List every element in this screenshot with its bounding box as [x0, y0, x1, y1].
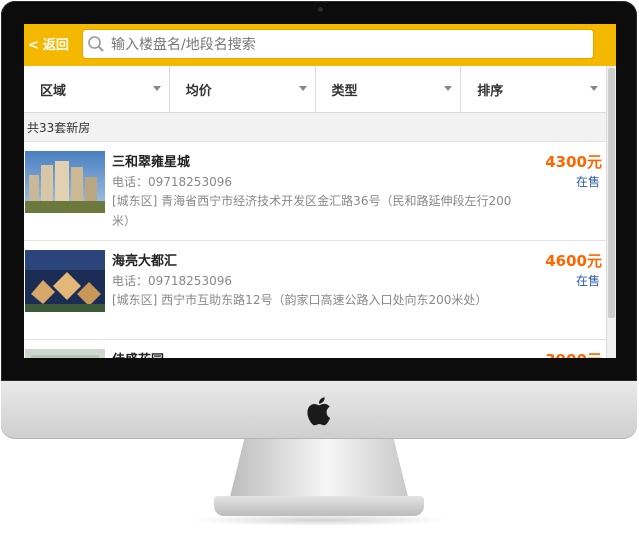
result-count-bar: 共33套新房: [24, 113, 606, 142]
listing-status: 在售: [575, 274, 600, 288]
listing-address: [城东区] 西宁市互助东路12号（韵家口高速公路入口处向东200米处）: [112, 293, 488, 307]
camera-dot: [318, 7, 323, 12]
listing-phone: 电话：09718253096: [112, 175, 232, 189]
monitor-stand-foot: [214, 496, 424, 516]
filter-label: 区域: [40, 84, 67, 99]
listing-price: 4600元: [545, 252, 602, 270]
result-count: 共33套新房: [27, 121, 91, 135]
filter-region[interactable]: 区域: [24, 66, 170, 112]
listing-phone: 电话：09718253096: [112, 274, 232, 288]
list-item[interactable]: 海亮大都汇 电话：09718253096 [城东区] 西宁市互助东路12号（韵家…: [24, 241, 606, 340]
building-photo-thumbnail: [25, 250, 105, 312]
monitor-stand-neck: [230, 439, 408, 497]
caret-down-icon: [444, 86, 453, 91]
listing-price: 3900元: [545, 349, 602, 358]
building-photo-thumbnail: [25, 349, 105, 358]
filter-type[interactable]: 类型: [316, 66, 462, 112]
search-input[interactable]: [109, 33, 593, 57]
scrollbar[interactable]: [606, 66, 616, 358]
listing-list: 三和翠雍星城 电话：09718253096 [城东区] 青海省西宁市经济技术开发…: [24, 142, 606, 358]
list-item[interactable]: 佳盛花园 3900元: [24, 340, 606, 358]
search-box[interactable]: [82, 29, 594, 59]
list-item[interactable]: 三和翠雍星城 电话：09718253096 [城东区] 青海省西宁市经济技术开发…: [24, 142, 606, 241]
listing-address: [城东区] 青海省西宁市经济技术开发区金汇路36号（民和路延伸段左行200米）: [112, 194, 512, 228]
apple-logo-icon: [307, 397, 331, 426]
chevron-left-icon: <: [28, 38, 39, 53]
filter-label: 均价: [185, 84, 212, 99]
filter-sort[interactable]: 排序: [461, 66, 606, 112]
filter-label: 类型: [331, 84, 358, 99]
screen: <返回 区域 均价 类型 排序 共33套新房: [24, 24, 616, 358]
back-label: 返回: [42, 38, 69, 53]
filter-avg-price[interactable]: 均价: [170, 66, 316, 112]
caret-down-icon: [152, 86, 161, 91]
listing-price: 4300元: [545, 153, 602, 171]
filter-bar: 区域 均价 类型 排序: [24, 66, 606, 113]
top-bar: < 返回: [24, 24, 616, 66]
caret-down-icon: [590, 86, 598, 91]
listing-name: 佳盛花园: [112, 349, 164, 358]
scrollbar-thumb[interactable]: [608, 68, 615, 318]
listing-name: 三和翠雍星城: [112, 155, 191, 170]
listing-status: 在售: [575, 175, 600, 189]
back-button[interactable]: < 返回: [28, 36, 69, 56]
caret-down-icon: [298, 86, 307, 91]
search-icon: [88, 36, 104, 52]
listing-name: 海亮大都汇: [112, 254, 178, 269]
building-photo-thumbnail: [25, 151, 105, 213]
filter-label: 排序: [477, 84, 504, 99]
